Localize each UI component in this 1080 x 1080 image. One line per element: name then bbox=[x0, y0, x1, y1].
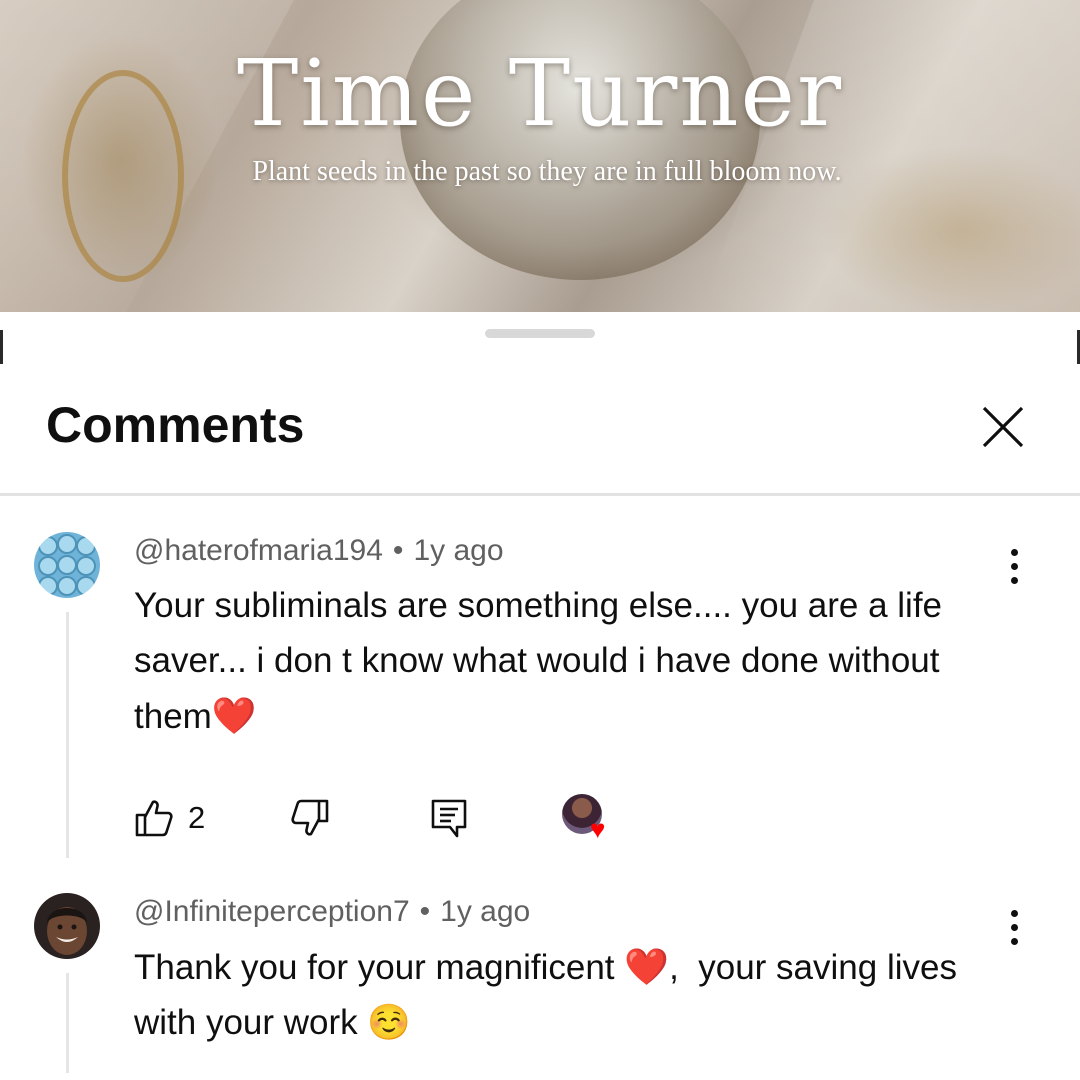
comment-author[interactable]: @haterofmaria194 bbox=[134, 534, 383, 567]
comment-age: 1y ago bbox=[440, 895, 531, 928]
comment-age: 1y ago bbox=[413, 534, 504, 567]
creator-heart-badge: ♥ bbox=[562, 794, 608, 844]
close-icon bbox=[982, 406, 1024, 448]
close-button[interactable] bbox=[972, 396, 1034, 458]
comment-meta: @haterofmaria194 • 1y ago bbox=[134, 534, 504, 568]
avatar[interactable] bbox=[34, 532, 100, 598]
heart-emoji: ❤️ bbox=[211, 695, 257, 736]
more-vertical-icon bbox=[1010, 548, 1018, 556]
comment-text: Thank you for your magnificent ❤️, your … bbox=[134, 939, 1004, 1050]
reply-button[interactable] bbox=[430, 788, 468, 848]
video-banner[interactable]: Time Turner Plant seeds in the past so t… bbox=[0, 0, 1080, 312]
comment-author[interactable]: @Infiniteperception7 bbox=[134, 895, 410, 928]
avatar[interactable] bbox=[34, 893, 100, 959]
like-button[interactable]: 2 bbox=[134, 788, 205, 848]
header-divider bbox=[0, 493, 1080, 496]
dislike-button[interactable] bbox=[290, 788, 330, 848]
thumbs-up-icon bbox=[135, 800, 173, 837]
thumbs-down-icon bbox=[291, 799, 329, 836]
sheet-edge-left bbox=[0, 330, 3, 364]
like-count: 2 bbox=[188, 800, 206, 835]
comments-title: Comments bbox=[46, 397, 305, 453]
meta-separator: • bbox=[419, 895, 431, 928]
reply-comment-icon bbox=[431, 799, 467, 838]
thread-line bbox=[66, 973, 69, 1073]
smiling-face-emoji: ☺️ bbox=[367, 1003, 411, 1042]
comment-text: Your subliminals are something else.... … bbox=[134, 578, 1004, 744]
comment-actions: 2 ♥ bbox=[0, 788, 1080, 848]
video-title: Time Turner bbox=[237, 40, 843, 147]
comment-text-part1: Thank you for your magnificent bbox=[134, 948, 625, 987]
heart-icon: ♥ bbox=[590, 814, 606, 844]
comments-sheet: Comments @haterofmaria194 • 1y ago Your … bbox=[0, 312, 1080, 1080]
more-vertical-icon bbox=[1010, 909, 1018, 917]
meta-separator: • bbox=[392, 534, 404, 567]
video-subtitle: Plant seeds in the past so they are in f… bbox=[252, 156, 842, 187]
comment-meta: @Infiniteperception7 • 1y ago bbox=[134, 895, 530, 929]
heart-emoji: ❤️ bbox=[624, 946, 670, 987]
drag-handle[interactable] bbox=[485, 329, 595, 338]
